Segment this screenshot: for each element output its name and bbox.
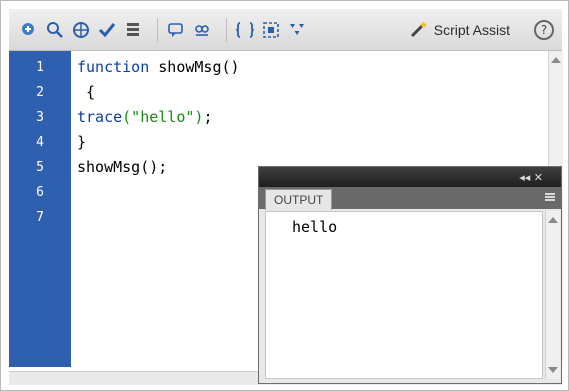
collapse-between-braces-icon[interactable] [235,20,255,40]
code-line: showMsg(); [77,158,168,176]
help-icon[interactable]: ? [534,19,554,40]
wand-icon [410,20,427,37]
scroll-up-arrow-icon[interactable] [551,57,561,63]
line-number: 7 [36,210,44,225]
code-line: } [77,133,87,151]
actions-toolbar: Script Assist ? [9,9,562,51]
scroll-up-arrow-icon[interactable] [548,217,558,223]
code-token: ; [203,108,213,126]
expand-all-icon[interactable] [287,20,307,40]
code-line: function showMsg() [77,55,240,80]
toolbar-divider [226,17,227,42]
output-vertical-scrollbar[interactable] [545,211,560,379]
panel-collapse-close-icon[interactable]: ◂◂ ✕ [519,171,543,184]
code-token: showMsg() [149,58,240,76]
find-icon[interactable] [45,20,65,40]
output-panel-titlebar[interactable]: ◂◂ ✕ [259,167,561,187]
output-panel: ◂◂ ✕ OUTPUT hello [258,166,562,384]
tab-output[interactable]: OUTPUT [265,189,333,210]
keyword-token: trace [77,108,123,126]
target-path-icon[interactable] [71,20,91,40]
debug-options-icon[interactable] [192,20,212,40]
line-number: 4 [36,135,44,150]
output-tab-row: OUTPUT [259,187,561,210]
line-number: 3 [36,110,44,125]
collapse-selection-icon[interactable] [261,20,281,40]
line-number: 5 [36,160,44,175]
toolbar-divider [157,17,158,42]
script-assist-button[interactable]: Script Assist [400,16,518,44]
code-hint-icon[interactable] [166,20,186,40]
actions-panel: Script Assist ? 1 2 3 4 5 6 7 function s… [0,0,569,391]
output-text-area[interactable]: hello [265,211,543,379]
line-number: 6 [36,185,44,200]
add-statement-icon[interactable] [19,20,39,40]
line-number: 2 [36,85,44,100]
script-assist-label: Script Assist [433,21,510,38]
check-syntax-icon[interactable] [97,20,117,40]
output-text: hello [292,218,338,236]
keyword-token: function [77,58,150,76]
string-token: ("hello") [122,108,204,126]
scroll-down-arrow-icon[interactable] [548,367,558,373]
code-line: { [77,83,96,101]
panel-menu-icon[interactable] [545,193,555,201]
code-line: trace("hello"); [77,105,212,130]
line-number: 1 [36,60,44,75]
line-number-gutter: 1 2 3 4 5 6 7 [9,51,71,367]
auto-format-icon[interactable] [123,20,143,40]
